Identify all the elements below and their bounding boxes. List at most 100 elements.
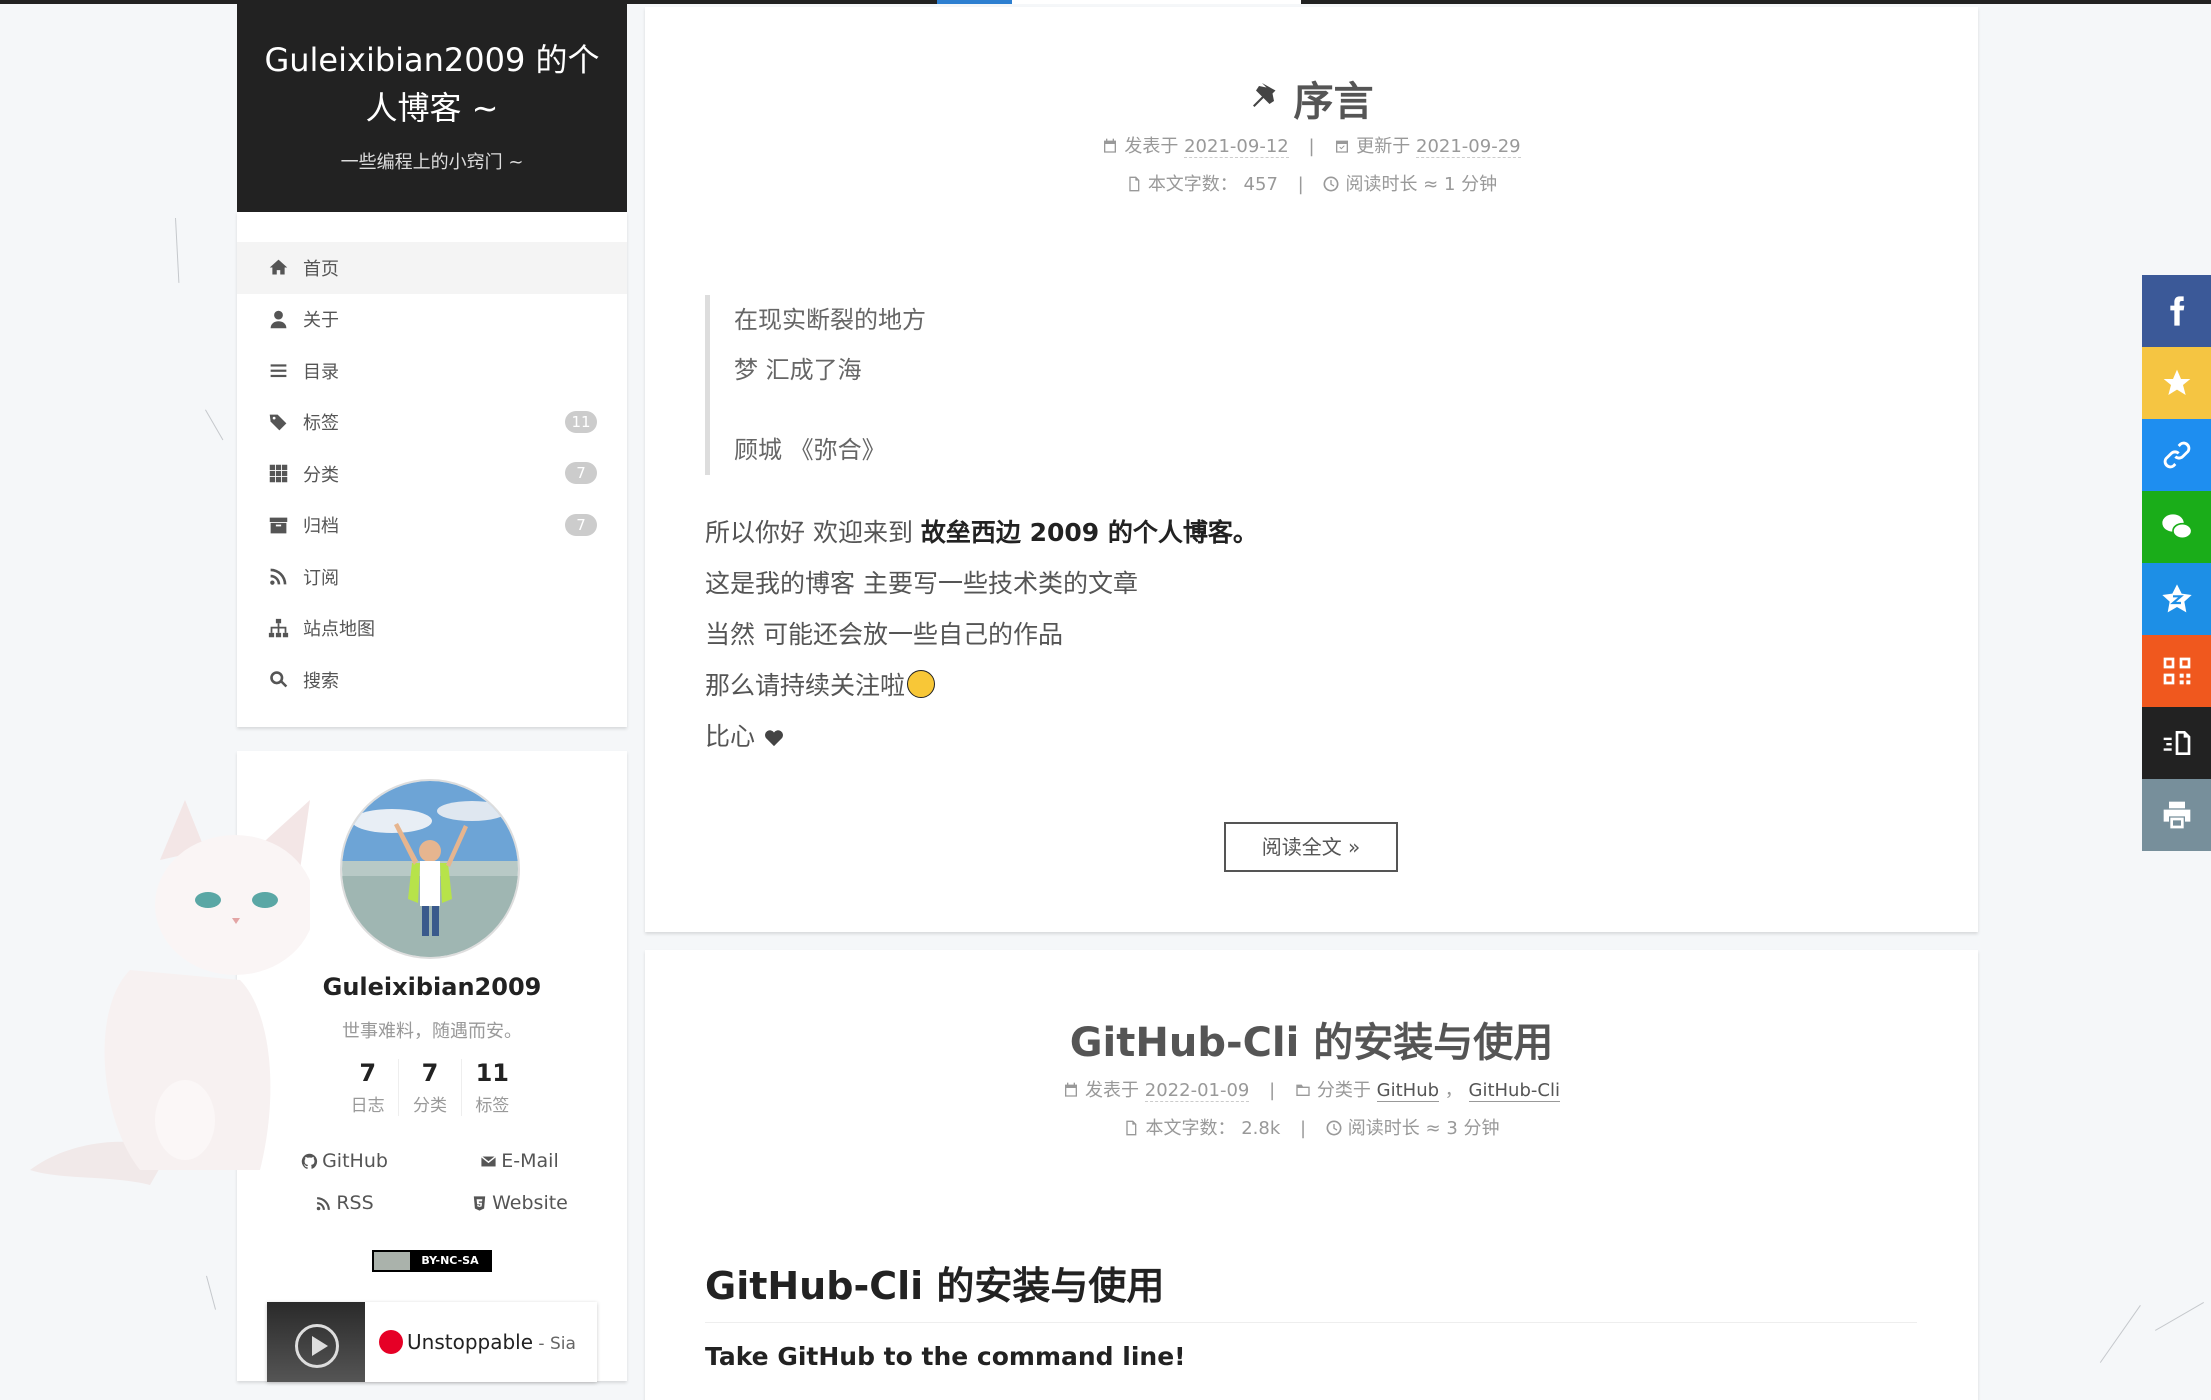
qzone-icon [2161,584,2192,613]
link-label: RSS [336,1192,374,1214]
menu-item-search[interactable]: 搜索 [237,654,627,706]
read-time-meta: 阅读时长 ≈ 3 分钟 [1326,1118,1500,1139]
facebook-icon [2169,296,2184,326]
quote-line: 顾城 《弥合》 [734,436,886,464]
category-label: 分类于 [1316,1080,1371,1101]
share-facebook-button[interactable] [2142,275,2211,347]
share-bar [2142,275,2211,851]
play-icon[interactable] [295,1324,339,1368]
cc-icon [374,1252,410,1270]
copy-link-button[interactable] [2142,419,2211,491]
updated-meta: 更新于 2021-09-29 [1334,136,1521,158]
read-more-button[interactable]: 阅读全文 » [1224,822,1398,872]
post-title-text: GitHub-Cli 的安装与使用 [1069,1020,1554,1066]
menu-item-home[interactable]: 首页 [237,242,627,294]
quote-line [734,395,926,425]
menu-item-sitemap[interactable]: 站点地图 [237,603,627,655]
sitemap-icon [268,618,289,637]
updated-label: 更新于 [1356,136,1411,157]
star-icon [2163,369,2190,395]
post-title[interactable]: GitHub-Cli 的安装与使用 [645,1010,1978,1068]
song-title: Unstoppable [407,1330,534,1354]
website-link[interactable]: Website [432,1192,607,1214]
site-title[interactable]: Guleixibian2009 的个人博客 ~ [237,36,627,132]
words-meta: 本文字数： 2.8k [1123,1118,1280,1139]
file-word-icon [1129,176,1140,192]
menu-item-tags[interactable]: 标签 11 [237,397,627,449]
music-player[interactable]: Unstoppable - Sia [267,1302,597,1382]
link-label: E-Mail [501,1150,559,1172]
intro-prefix: 所以你好 欢迎来到 [705,518,921,547]
home-icon [269,259,288,275]
words-count: 457 [1243,174,1278,195]
post-lead: Take GitHub to the command line! [705,1342,1186,1371]
envelope-icon [481,1155,497,1166]
wechat-icon [2161,514,2192,540]
body-line: 那么请持续关注啦 [705,671,906,700]
post-heading: GitHub-Cli 的安装与使用 [705,1255,1917,1323]
rss-link[interactable]: RSS [257,1192,432,1214]
menu-item-label: 归档 [303,516,339,538]
smile-emoji-icon [907,670,936,698]
copy-content-button[interactable] [2142,707,2211,779]
stat-count: 7 [359,1059,377,1087]
menu-badge: 11 [565,410,597,433]
menu-item-label: 订阅 [303,567,339,589]
email-link[interactable]: E-Mail [432,1150,607,1172]
stat-label: 标签 [475,1096,510,1116]
link-label: GitHub [322,1150,388,1172]
post-meta: 发表于 2022-01-09 | 分类于 GitHub ， GitHub-Cli… [645,1072,1978,1148]
read-time-value: 1 分钟 [1444,174,1498,195]
site-brand: Guleixibian2009 的个人博客 ~ 一些编程上的小窍门 ~ [237,4,627,212]
rss-icon [270,568,287,586]
body-line: 比心 [705,722,756,751]
background-line [175,217,180,283]
stat-categories[interactable]: 7 分类 [398,1059,460,1116]
menu-item-label: 搜索 [303,670,339,692]
license-badge[interactable]: BY-NC-SA [372,1250,492,1272]
stat-label: 分类 [412,1096,447,1116]
updated-date[interactable]: 2021-09-29 [1416,136,1521,158]
stat-posts[interactable]: 7 日志 [337,1059,398,1116]
search-icon [270,671,288,688]
menu-badge: 7 [565,462,597,484]
menu-item-categories[interactable]: 分类 7 [237,448,627,500]
stat-tags[interactable]: 11 标签 [460,1059,523,1116]
posted-date[interactable]: 2022-01-09 [1144,1080,1250,1102]
menu-item-label: 目录 [303,361,339,383]
tags-icon [269,414,287,431]
words-label: 本文字数： [1145,1118,1236,1139]
avatar [340,779,520,959]
background-line [205,409,224,441]
words-meta: 本文字数： 457 [1126,174,1278,195]
share-qzone-button[interactable] [2142,563,2211,635]
post-title-text: 序言 [1293,79,1374,125]
menu-item-label: 标签 [303,413,339,435]
menu-item-about[interactable]: 关于 [237,294,627,346]
share-wechat-button[interactable] [2142,491,2211,563]
posted-date[interactable]: 2021-09-12 [1184,136,1289,158]
cat-mascot [30,800,310,1185]
menu-item-toc[interactable]: 目录 [237,345,627,397]
menu-item-archives[interactable]: 归档 7 [237,500,627,552]
category-link[interactable]: GitHub [1376,1080,1440,1102]
calendar-check-icon [1336,140,1349,153]
print-button[interactable] [2142,779,2211,851]
category-meta: 分类于 GitHub ， GitHub-Cli [1295,1080,1560,1102]
category-link[interactable]: GitHub-Cli [1468,1080,1560,1102]
posted-label: 发表于 [1124,136,1179,157]
words-count: 2.8k [1241,1118,1281,1139]
post-excerpt: 所以你好 欢迎来到 故垒西边 2009 的个人博客。 这是我的博客 主要写一些技… [705,507,1258,762]
intro-line: 所以你好 欢迎来到 故垒西边 2009 的个人博客。 [705,507,1258,558]
menu-item-label: 分类 [303,464,339,486]
share-favorite-button[interactable] [2142,347,2211,419]
background-line [206,1275,217,1310]
posted-meta: 发表于 2022-01-09 [1063,1080,1250,1102]
file-word-icon [1126,1120,1137,1136]
share-qrcode-button[interactable] [2142,635,2211,707]
menu-item-rss[interactable]: 订阅 [237,551,627,603]
link-label: Website [492,1192,568,1214]
body-line-with-heart: 比心 [705,711,1258,762]
post-title[interactable]: 序言 [645,69,1978,127]
body-line-with-emoji: 那么请持续关注啦 [705,660,1258,711]
